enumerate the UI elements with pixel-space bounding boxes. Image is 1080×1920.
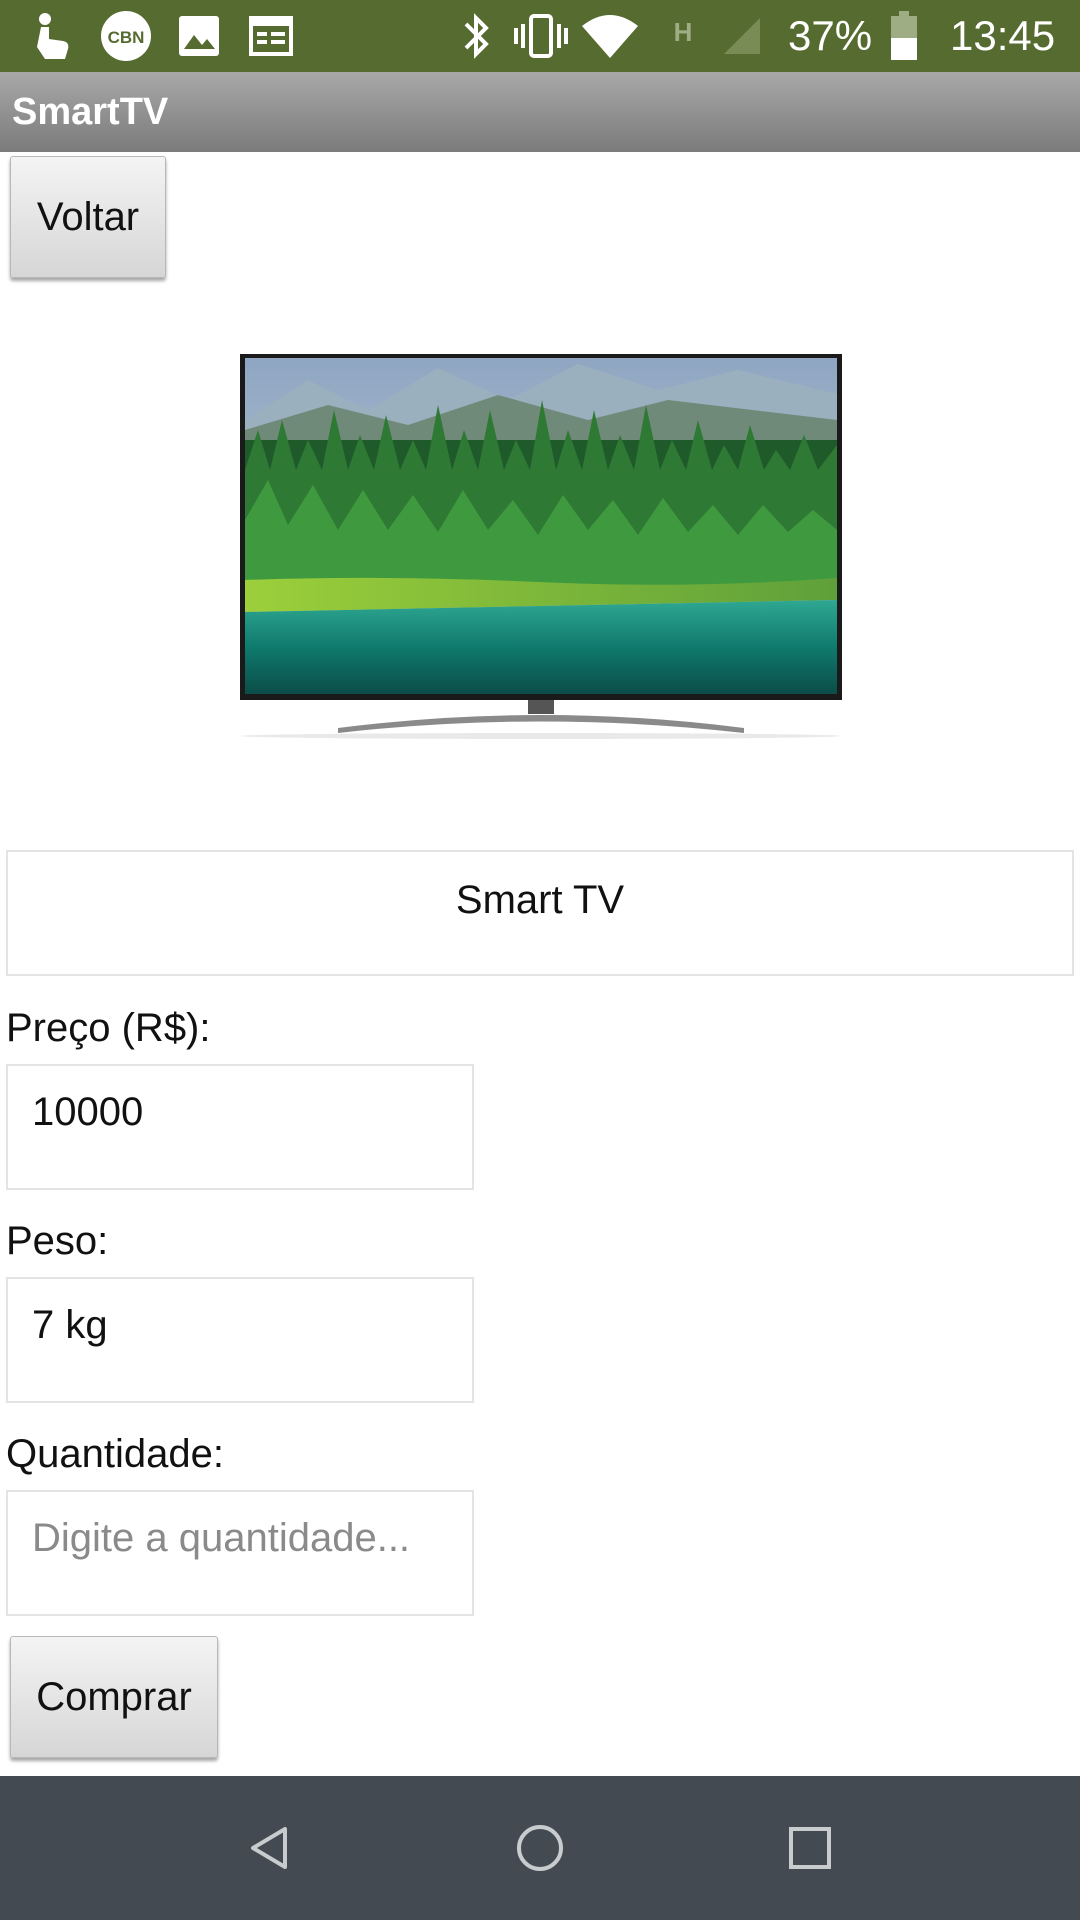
network-h-icon: H [673, 16, 693, 47]
quantity-label: Quantidade: [6, 1432, 224, 1476]
smart-tv-image [238, 350, 844, 740]
recents-icon[interactable] [774, 1812, 846, 1884]
signal-icon [720, 10, 764, 62]
nav-bar [0, 1776, 1080, 1920]
status-bar: CBN H 37% 13:45 [0, 0, 1080, 72]
price-label: Preço (R$): [6, 1006, 211, 1050]
battery-icon [888, 10, 920, 62]
weight-field[interactable]: 7 kg [6, 1277, 474, 1403]
svg-text:CBN: CBN [108, 28, 145, 47]
cbn-icon: CBN [98, 10, 154, 62]
price-field[interactable]: 10000 [6, 1064, 474, 1190]
back-button[interactable]: Voltar [10, 156, 166, 278]
vibrate-icon [512, 10, 570, 62]
bluetooth-icon [454, 10, 498, 62]
title-bar: SmartTV [0, 72, 1080, 152]
product-name: Smart TV [6, 850, 1074, 976]
back-icon[interactable] [234, 1812, 306, 1884]
buy-button[interactable]: Comprar [10, 1636, 218, 1758]
home-icon[interactable] [504, 1812, 576, 1884]
hand-icon [28, 10, 78, 62]
clock: 13:45 [950, 12, 1056, 59]
image-icon [174, 10, 224, 62]
app-title: SmartTV [12, 91, 169, 133]
quantity-input[interactable]: Digite a quantidade... [6, 1490, 474, 1616]
calendar-icon [246, 10, 296, 62]
wifi-icon [580, 10, 640, 62]
battery-percent: 37% [788, 12, 873, 59]
weight-label: Peso: [6, 1219, 109, 1263]
